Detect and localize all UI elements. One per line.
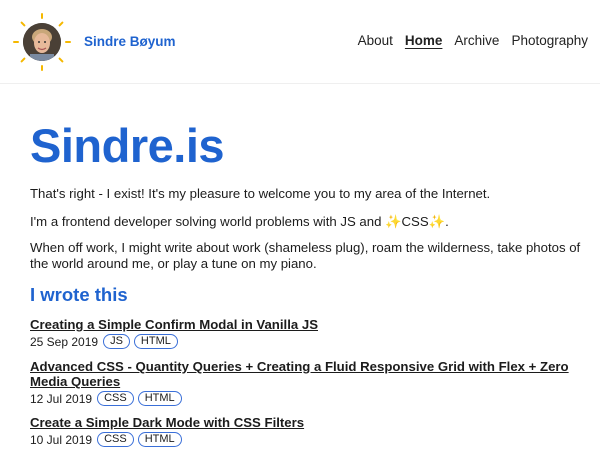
section-title: I wrote this <box>30 284 128 305</box>
developer-text-prefix: I'm a frontend developer solving world p… <box>30 214 386 229</box>
sun-ray <box>65 41 71 43</box>
post-date: 12 Jul 2019 <box>30 391 93 406</box>
post-item: Creating a Simple Confirm Modal in Vanil… <box>30 317 590 349</box>
sun-avatar-icon[interactable] <box>13 13 71 71</box>
nav-archive[interactable]: Archive <box>454 33 499 48</box>
tag-badge[interactable]: HTML <box>137 432 182 447</box>
post-item: Advanced CSS - Quantity Queries + Creati… <box>30 359 590 406</box>
tag-badge[interactable]: CSS <box>97 391 134 406</box>
tag-badge[interactable]: JS <box>103 334 130 349</box>
sun-ray <box>58 21 64 27</box>
post-meta: 25 Sep 2019 JS HTML <box>30 334 590 349</box>
nav-photography[interactable]: Photography <box>511 33 588 48</box>
site-header: Sindre Bøyum About Home Archive Photogra… <box>0 0 600 84</box>
tag-badge[interactable]: HTML <box>133 334 178 349</box>
sun-ray <box>20 21 26 27</box>
avatar <box>23 23 61 61</box>
post-date: 10 Jul 2019 <box>30 432 93 447</box>
site-name-link[interactable]: Sindre Bøyum <box>84 34 176 49</box>
sun-ray <box>58 57 64 63</box>
intro-text: That's right - I exist! It's my pleasure… <box>30 186 491 201</box>
sun-ray <box>13 41 19 43</box>
sun-ray <box>20 57 26 63</box>
main-content: Sindre.is That's right - I exist! It's m… <box>30 118 585 447</box>
developer-text: I'm a frontend developer solving world p… <box>30 214 449 230</box>
nav-about[interactable]: About <box>358 33 393 48</box>
tag-badge[interactable]: CSS <box>97 432 134 447</box>
post-title-link[interactable]: Create a Simple Dark Mode with CSS Filte… <box>30 415 590 430</box>
tag-badge[interactable]: HTML <box>137 391 182 406</box>
post-item: Create a Simple Dark Mode with CSS Filte… <box>30 415 590 447</box>
page-title: Sindre.is <box>30 119 225 172</box>
sparkle-icon: ✨ <box>428 214 446 229</box>
css-word: CSS <box>401 214 429 229</box>
post-date: 25 Sep 2019 <box>30 334 99 349</box>
post-meta: 12 Jul 2019 CSS HTML <box>30 391 590 406</box>
post-title-link[interactable]: Creating a Simple Confirm Modal in Vanil… <box>30 317 590 332</box>
developer-text-suffix: . <box>445 214 449 229</box>
off-work-text: When off work, I might write about work … <box>30 240 581 271</box>
post-title-link[interactable]: Advanced CSS - Quantity Queries + Creati… <box>30 359 590 389</box>
sparkle-icon: ✨ <box>385 214 402 229</box>
post-meta: 10 Jul 2019 CSS HTML <box>30 432 590 447</box>
nav-home[interactable]: Home <box>405 33 443 48</box>
sun-ray <box>41 65 43 71</box>
main-nav: About Home Archive Photography <box>358 33 588 48</box>
sun-ray <box>41 13 43 19</box>
